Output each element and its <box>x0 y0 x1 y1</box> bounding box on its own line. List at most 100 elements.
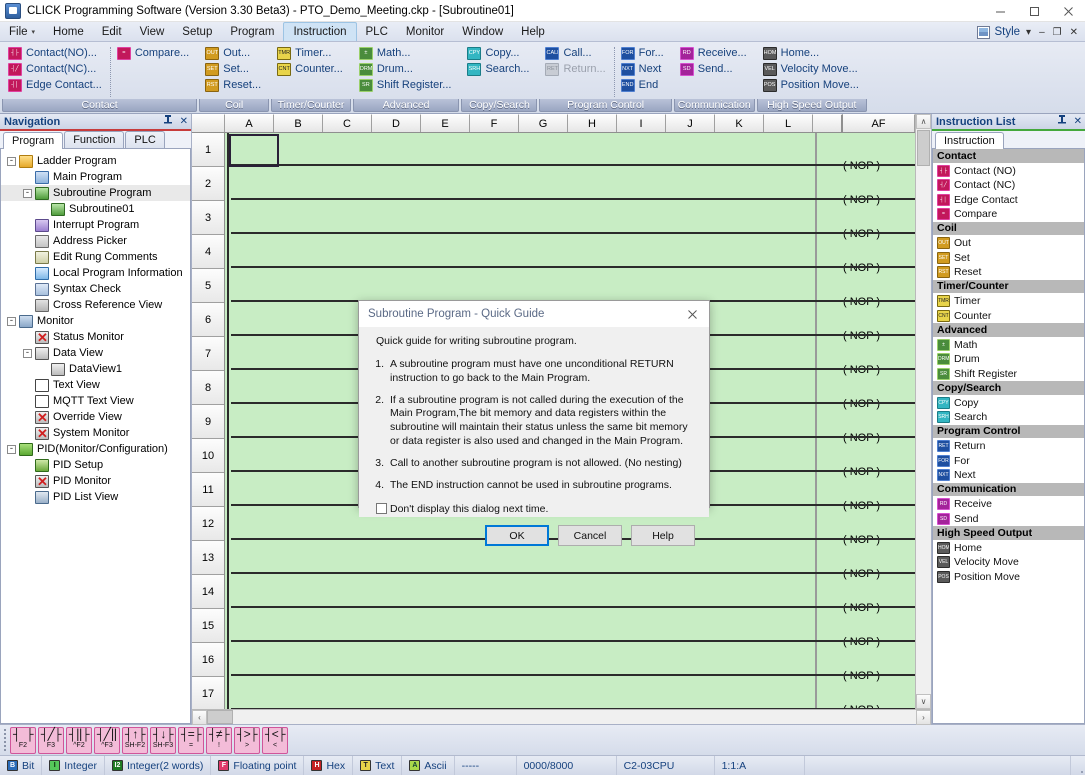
instruction-item-next[interactable]: NXT Next <box>933 468 1084 483</box>
column-header-I[interactable]: I <box>617 114 666 132</box>
ribbon-button-position-move[interactable]: POS Position Move... <box>762 77 862 93</box>
tree-item-interrupt-program[interactable]: Interrupt Program <box>1 217 190 233</box>
toolbar-button-compare-equal[interactable]: ┤=├ = <box>178 726 204 754</box>
tree-item-status-monitor[interactable]: ✕ Status Monitor <box>1 329 190 345</box>
ladder-rung-3[interactable] <box>225 201 915 235</box>
toolbar-button-edge-rising-ctrl-f2[interactable]: ┤‖├ ^F2 <box>66 726 92 754</box>
expander-collapse-icon[interactable]: - <box>23 188 32 198</box>
tree-item-override-view[interactable]: ✕ Override View <box>1 409 190 425</box>
tree-item-dataview1[interactable]: DataView1 <box>1 361 190 377</box>
tree-item-monitor[interactable]: - Monitor <box>1 313 190 329</box>
menu-item-view[interactable]: View <box>131 22 174 41</box>
ribbon-button-velocity-move[interactable]: VEL Velocity Move... <box>762 61 862 77</box>
ribbon-button-copy[interactable]: CPY Copy... <box>466 45 532 61</box>
ribbon-button-search[interactable]: SRH Search... <box>466 61 532 77</box>
expander-collapse-icon[interactable]: - <box>23 348 32 358</box>
tree-item-edit-rung-comments[interactable]: Edit Rung Comments <box>1 249 190 265</box>
instruction-item-counter[interactable]: CNT Counter <box>933 309 1084 324</box>
status-integer2[interactable]: I2 Integer(2 words) <box>105 756 212 775</box>
instruction-item-copy[interactable]: CPY Copy <box>933 396 1084 411</box>
ribbon-button-send[interactable]: SD Send... <box>679 61 750 77</box>
document-close-button[interactable]: ✕ <box>1068 27 1080 38</box>
ladder-rung-2[interactable] <box>225 167 915 201</box>
menu-item-setup[interactable]: Setup <box>173 22 221 41</box>
horizontal-scroll-thumb[interactable] <box>207 710 233 724</box>
ribbon-button-end[interactable]: END End <box>620 77 667 93</box>
tree-item-local-program-information[interactable]: Local Program Information <box>1 265 190 281</box>
menu-item-help[interactable]: Help <box>512 22 554 41</box>
ribbon-button-edge-contact[interactable]: ┤│ Edge Contact... <box>7 77 105 93</box>
row-header-9[interactable]: 9 <box>192 405 224 439</box>
ribbon-button-counter[interactable]: CNT Counter... <box>276 61 346 77</box>
ribbon-button-for[interactable]: FOR For... <box>620 45 667 61</box>
dont-display-checkbox-row[interactable]: Don't display this dialog next time. <box>376 502 695 517</box>
toolbar-button-edge-falling-ctrl-f3[interactable]: ┤╱‖ ^F3 <box>94 726 120 754</box>
instruction-item-edge-contact[interactable]: ┤│ Edge Contact <box>933 193 1084 208</box>
menu-item-program[interactable]: Program <box>221 22 283 41</box>
ribbon-button-home[interactable]: HOM Home... <box>762 45 862 61</box>
instruction-item-shift-register[interactable]: SR Shift Register <box>933 367 1084 382</box>
row-header-14[interactable]: 14 <box>192 575 224 609</box>
dialog-cancel-button[interactable]: Cancel <box>558 525 622 547</box>
row-header-8[interactable]: 8 <box>192 371 224 405</box>
toolbar-button-compare-less[interactable]: ┤<├ < <box>262 726 288 754</box>
menu-item-file[interactable]: File ▾ <box>0 22 44 41</box>
tree-item-mqtt-text-view[interactable]: MQTT Text View <box>1 393 190 409</box>
tree-item-system-monitor[interactable]: ✕ System Monitor <box>1 425 190 441</box>
menu-item-plc[interactable]: PLC <box>357 22 397 41</box>
status-ascii[interactable]: A Ascii <box>402 756 455 775</box>
tree-item-pid-list-view[interactable]: PID List View <box>1 489 190 505</box>
dialog-help-button[interactable]: Help <box>631 525 695 547</box>
scroll-up-button[interactable]: ∧ <box>916 114 931 129</box>
column-header-A[interactable]: A <box>225 114 274 132</box>
row-header-16[interactable]: 16 <box>192 643 224 677</box>
instruction-item-compare[interactable]: = Compare <box>933 207 1084 222</box>
row-header-17[interactable]: 17 <box>192 677 224 709</box>
toolbar-button-compare-not-equal[interactable]: ┤≠├! <box>206 726 232 754</box>
ribbon-button-next[interactable]: NXT Next <box>620 61 667 77</box>
tree-item-ladder-program[interactable]: - Ladder Program <box>1 153 190 169</box>
row-header-4[interactable]: 4 <box>192 235 224 269</box>
ribbon-button-timer[interactable]: TMR Timer... <box>276 45 346 61</box>
menu-item-home[interactable]: Home <box>44 22 93 41</box>
instruction-item-set-coil[interactable]: SET Set <box>933 251 1084 266</box>
row-header-11[interactable]: 11 <box>192 473 224 507</box>
scroll-right-button[interactable]: › <box>916 710 931 725</box>
instruction-item-math[interactable]: ± Math <box>933 338 1084 353</box>
ladder-rung-5[interactable] <box>225 269 915 303</box>
selection-cursor[interactable] <box>229 134 279 167</box>
dont-display-checkbox[interactable] <box>376 502 387 514</box>
vertical-scroll-track[interactable] <box>916 166 931 694</box>
tree-item-pid-setup[interactable]: PID Setup <box>1 457 190 473</box>
toolbar-button-contact-nc-f3[interactable]: ┤╱├ F3 <box>38 726 64 754</box>
instruction-item-velocity-move[interactable]: VEL Velocity Move <box>933 555 1084 570</box>
column-header-C[interactable]: C <box>323 114 372 132</box>
column-header-K[interactable]: K <box>715 114 764 132</box>
toolbar-button-edge-up-shift-f2[interactable]: ┤↑├ SH-F2 <box>122 726 148 754</box>
ladder-rung-16[interactable] <box>225 643 915 677</box>
column-header-B[interactable]: B <box>274 114 323 132</box>
close-icon[interactable]: ✕ <box>1074 116 1082 127</box>
column-header-L[interactable]: L <box>764 114 813 132</box>
row-header-2[interactable]: 2 <box>192 167 224 201</box>
instruction-item-home[interactable]: HOM Home <box>933 541 1084 556</box>
ribbon-button-compare[interactable]: = Compare... <box>116 45 192 61</box>
ribbon-button-shift-register[interactable]: SR Shift Register... <box>358 77 455 93</box>
column-header-H[interactable]: H <box>568 114 617 132</box>
scroll-down-button[interactable]: ∨ <box>916 694 931 709</box>
maximize-button[interactable] <box>1017 0 1051 22</box>
document-minimize-button[interactable]: – <box>1037 27 1047 38</box>
ladder-rung-15[interactable] <box>225 609 915 643</box>
instruction-item-return[interactable]: RET Return <box>933 439 1084 454</box>
ribbon-button-drum[interactable]: DRM Drum... <box>358 61 455 77</box>
ribbon-button-set-coil[interactable]: SET Set... <box>204 61 264 77</box>
ladder-rung-14[interactable] <box>225 575 915 609</box>
row-header-15[interactable]: 15 <box>192 609 224 643</box>
toolbar-button-contact-no-f2[interactable]: ┤ ├ F2 <box>10 726 36 754</box>
tree-item-subroutine01[interactable]: Subroutine01 <box>1 201 190 217</box>
tree-item-main-program[interactable]: Main Program <box>1 169 190 185</box>
toolbar-button-edge-down-shift-f3[interactable]: ┤↓├ SH-F3 <box>150 726 176 754</box>
instruction-item-contact-nc[interactable]: ┤╱ Contact (NC) <box>933 178 1084 193</box>
row-header-1[interactable]: 1 <box>192 133 224 167</box>
ribbon-button-out-coil[interactable]: OUT Out... <box>204 45 264 61</box>
